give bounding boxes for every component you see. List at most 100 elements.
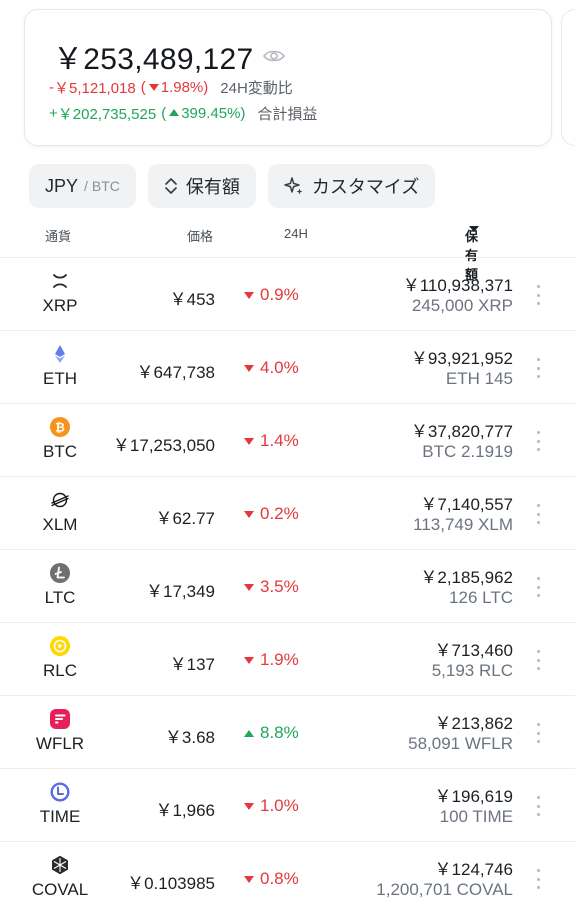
price-value: ￥0.103985 [127,874,215,893]
more-options-icon[interactable] [535,358,541,378]
table-row[interactable]: XLM ￥62.77 0.2% ￥7,140,557 113,749 XLM [0,476,575,549]
caret-down-icon [469,226,479,232]
holding-amount: 100 TIME [439,807,513,826]
price-value: ￥453 [169,290,215,309]
holding-amount: 113,749 XLM [413,515,513,534]
price-value: ￥17,349 [146,582,215,601]
xrp-icon [53,274,67,288]
table-row[interactable]: ETH ￥647,738 4.0% ￥93,921,952 ETH 145 [0,330,575,403]
change-24h-paren: ( [140,79,146,96]
more-options-icon[interactable] [535,650,541,670]
table-row[interactable]: ₿ BTC ￥17,253,050 1.4% ￥37,820,777 BTC 2… [0,403,575,476]
more-options-icon[interactable] [535,504,541,524]
price-value: ￥137 [169,655,215,674]
rlc-icon [50,636,70,656]
price-value: ￥3.68 [164,728,215,747]
change-value: 4.0% [244,358,299,378]
coin-cell: XLM [0,477,120,550]
eye-icon[interactable] [263,49,286,63]
coin-cell: WFLR [0,696,120,769]
down-arrow-icon [244,583,254,591]
asset-list: XRP ￥453 0.9% ￥110,938,371 245,000 XRP E… [0,257,575,911]
down-arrow-icon [244,656,254,664]
currency-separator: / [84,178,88,194]
more-options-icon[interactable] [535,869,541,889]
holding-amount: 1,200,701 COVAL [376,880,513,899]
change-percent: 4.0% [260,358,299,377]
change-value: 0.2% [244,504,299,524]
coin-symbol: COVAL [31,880,89,899]
sort-icon [165,178,177,194]
down-arrow-icon [148,83,159,91]
change-24h-amount: ￥5,121,018 [54,80,136,97]
holding-value: ￥196,619 [434,787,513,806]
table-row[interactable]: LTC ￥17,349 3.5% ￥2,185,962 126 LTC [0,549,575,622]
change-value: 0.8% [244,869,299,889]
xlm-icon [51,492,69,508]
price-value: ￥17,253,050 [112,436,215,455]
more-options-icon[interactable] [535,285,541,305]
currency-primary: JPY [45,175,79,196]
total-pl-row: + ￥202,735,525 ( 399.45%) 合計損益 [49,103,317,124]
coin-symbol: ETH [43,369,77,388]
header-24h[interactable]: 24H [284,226,308,241]
price-value: ￥647,738 [136,363,215,382]
coin-cell: ETH [0,331,120,404]
header-currency[interactable]: 通貨 [45,226,71,245]
change-value: 1.9% [244,650,299,670]
coin-cell: TIME [0,769,120,842]
down-arrow-icon [244,364,254,372]
change-percent: 3.5% [260,577,299,596]
down-arrow-icon [244,875,254,883]
price-value: ￥62.77 [155,509,215,528]
holding-value: ￥110,938,371 [402,276,513,295]
coin-cell: XRP [0,258,120,331]
table-row[interactable]: WFLR ￥3.68 8.8% ￥213,862 58,091 WFLR [0,695,575,768]
down-arrow-icon [244,437,254,445]
table-row[interactable]: TIME ￥1,966 1.0% ￥196,619 100 TIME [0,768,575,841]
total-pl-paren: ( [161,105,167,122]
portfolio-summary-card: ￥253,489,127 - ￥5,121,018 ( 1.98%) 24H変動… [24,9,552,146]
more-options-icon[interactable] [535,796,541,816]
holding-value: ￥124,746 [434,860,513,879]
coin-cell: LTC [0,550,120,623]
coin-symbol: LTC [44,588,76,607]
coin-symbol: TIME [39,807,81,826]
more-options-icon[interactable] [535,723,541,743]
sparkle-icon [284,177,303,195]
sort-label: 保有額 [185,177,240,197]
change-percent: 8.8% [260,723,299,742]
table-header: 通貨 価格 24H 保有額 [0,226,575,282]
currency-toggle-button[interactable]: JPY / BTC [29,164,136,208]
coin-cell: RLC [0,623,120,696]
svg-text:₿: ₿ [55,421,65,435]
coin-symbol: WFLR [35,734,85,753]
table-row[interactable]: COVAL ￥0.103985 0.8% ￥124,746 1,200,701 … [0,841,575,911]
holding-value: ￥213,862 [434,714,513,733]
header-price[interactable]: 価格 [187,226,213,245]
total-balance: ￥253,489,127 [53,34,286,78]
next-card-edge[interactable] [561,9,575,146]
total-pl-label: 合計損益 [257,106,318,123]
change-value: 8.8% [244,723,299,743]
more-options-icon[interactable] [535,431,541,451]
coin-cell: COVAL [0,842,120,911]
more-options-icon[interactable] [535,577,541,597]
change-percent: 1.4% [260,431,299,450]
time-icon [50,782,70,802]
up-arrow-icon [244,729,254,737]
holding-amount: 126 LTC [449,588,513,607]
table-row[interactable]: RLC ￥137 1.9% ￥713,460 5,193 RLC [0,622,575,695]
customize-button[interactable]: カスタマイズ [267,164,436,208]
change-value: 1.4% [244,431,299,451]
up-arrow-icon [169,109,180,116]
change-24h-row: - ￥5,121,018 ( 1.98%) 24H変動比 [49,77,293,98]
change-percent: 0.8% [260,869,299,888]
table-row[interactable]: XRP ￥453 0.9% ￥110,938,371 245,000 XRP [0,257,575,330]
coval-icon [52,855,68,875]
sort-button[interactable]: 保有額 [147,164,256,208]
btc-icon: ₿ [50,417,70,437]
holding-amount: 245,000 XRP [411,296,513,315]
change-percent: 0.2% [260,504,299,523]
down-arrow-icon [244,291,254,299]
